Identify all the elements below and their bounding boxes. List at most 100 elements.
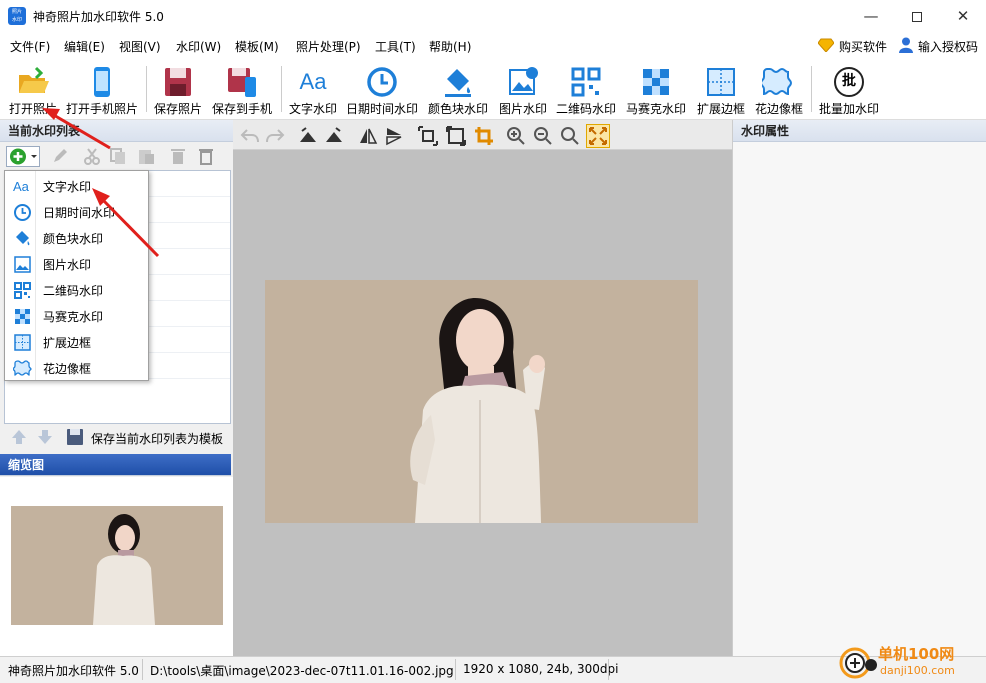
save-icon [165,68,191,96]
menu-template[interactable]: 模板(M) [235,38,279,55]
toolbar-separator [811,66,812,112]
paste-icon[interactable] [136,146,156,166]
menu-item-lace-frame[interactable]: 花边像框 [5,355,148,381]
menu-view[interactable]: 视图(V) [119,38,161,55]
extend-border-icon [14,334,31,351]
user-icon [899,37,913,53]
edit-pencil-icon[interactable] [50,146,70,166]
enter-license-link[interactable]: 输入授权码 [918,38,978,55]
image-icon [14,256,31,273]
status-separator [608,659,609,680]
qrcode-watermark-button[interactable]: 二维码水印 [554,60,618,118]
qrcode-icon [571,67,601,97]
menu-watermark[interactable]: 水印(W) [176,38,221,55]
preview-person-image [93,514,155,625]
toolbar-separator [146,66,147,112]
datetime-watermark-button[interactable]: 日期时间水印 [343,60,421,118]
menu-item-text-watermark[interactable]: Aa 文字水印 [5,173,148,199]
save-to-phone-button[interactable]: 保存到手机 [208,60,276,118]
mosaic-watermark-button[interactable]: 马赛克水印 [622,60,690,118]
extend-border-icon [707,68,735,96]
menu-item-image-watermark[interactable]: 图片水印 [5,251,148,277]
fullscreen-icon[interactable] [586,124,610,148]
menu-file[interactable]: 文件(F) [10,38,50,55]
rotate-right-icon[interactable] [324,126,344,146]
flip-horizontal-icon[interactable] [358,126,378,146]
open-photo-button[interactable]: 打开照片 [4,60,62,118]
site-watermark-en: danji100.com [880,664,955,677]
qrcode-icon [14,282,31,299]
extend-border-button[interactable]: 扩展边框 [693,60,749,118]
plus-icon [10,148,37,165]
fit-icon[interactable] [418,126,438,146]
maximize-button[interactable] [894,0,940,32]
window-title: 神奇照片加水印软件 5.0 [33,10,164,24]
text-watermark-button[interactable]: Aa 文字水印 [285,60,341,118]
image-watermark-button[interactable]: 图片水印 [495,60,551,118]
status-separator [142,659,143,680]
batch-watermark-button[interactable]: 批 批量加水印 [815,60,883,118]
cut-icon[interactable] [82,146,102,166]
status-image-info: 1920 x 1080, 24b, 300dpi [463,662,619,676]
text-icon: Aa [13,179,29,194]
save-icon [67,429,83,445]
lace-frame-button[interactable]: 花边像框 [751,60,807,118]
redo-icon[interactable] [265,126,285,146]
status-file-path: D:\tools\桌面\image\2023-dec-07t11.01.16-0… [150,664,454,678]
undo-icon[interactable] [240,126,260,146]
person-photo-image [410,298,545,523]
watermark-properties-header: 水印属性 [733,120,986,142]
minimize-button[interactable]: — [848,0,894,32]
move-down-icon[interactable] [36,428,54,446]
delete-all-icon[interactable] [196,146,216,166]
menu-item-datetime-watermark[interactable]: 日期时间水印 [5,199,148,225]
crop-icon[interactable] [474,126,494,146]
diamond-icon [817,38,835,53]
close-button[interactable]: ✕ [940,0,986,32]
menu-item-mosaic-watermark[interactable]: 马赛克水印 [5,303,148,329]
image-icon [509,67,538,95]
color-block-watermark-button[interactable]: 颜色块水印 [424,60,492,118]
batch-icon: 批 [834,67,864,97]
actual-size-icon[interactable] [446,126,466,146]
menu-item-qrcode-watermark[interactable]: 二维码水印 [5,277,148,303]
copy-icon[interactable] [108,146,128,166]
add-watermark-dropdown-button[interactable] [6,146,40,167]
site-logo-icon [838,643,878,681]
app-logo-icon: 照片 水印 [8,7,26,25]
menu-item-color-block-watermark[interactable]: 颜色块水印 [5,225,148,251]
toolbar-separator [281,66,282,112]
zoom-in-icon[interactable] [506,126,526,146]
preview-header: 缩览图 [0,454,231,476]
flip-vertical-icon[interactable] [384,126,404,146]
preview-thumbnail[interactable] [11,506,223,625]
buy-software-link[interactable]: 购买软件 [839,38,887,55]
zoom-out-icon[interactable] [533,126,553,146]
clock-icon [14,204,31,221]
add-watermark-menu: Aa 文字水印 日期时间水印 颜色块水印 图片水印 二维码水印 马赛克水印 扩展… [4,170,149,381]
menu-photo-process[interactable]: 照片处理(P) [296,38,361,55]
rotate-left-icon[interactable] [298,126,318,146]
menu-edit[interactable]: 编辑(E) [64,38,105,55]
phone-icon [94,67,110,97]
menu-item-extend-border[interactable]: 扩展边框 [5,329,148,355]
clock-icon [367,67,397,97]
menu-tools[interactable]: 工具(T) [375,38,416,55]
move-up-icon[interactable] [10,428,28,446]
text-icon: Aa [299,69,327,94]
menu-help[interactable]: 帮助(H) [429,38,471,55]
photo-canvas[interactable] [265,280,698,523]
watermark-list-header: 当前水印列表 [0,120,233,142]
delete-icon[interactable] [168,146,188,166]
save-photo-button[interactable]: 保存照片 [150,60,206,118]
lace-frame-icon [13,360,32,376]
save-as-template-button[interactable]: 保存当前水印列表为模板 [62,427,223,447]
right-panel [732,120,986,656]
paint-bucket-icon [16,231,30,246]
site-watermark-cn: 单机100网 [878,645,955,663]
zoom-fit-icon[interactable] [560,126,580,146]
open-phone-photo-button[interactable]: 打开手机照片 [64,60,140,118]
mosaic-icon [643,69,669,95]
lace-frame-icon [762,67,793,96]
mosaic-icon [15,309,30,324]
